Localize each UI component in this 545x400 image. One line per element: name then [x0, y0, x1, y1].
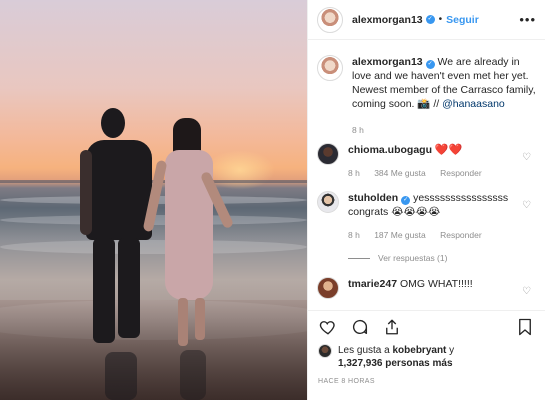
comment-item: tmarie247 OMG WHAT!!!!! ♡ — [317, 277, 536, 299]
save-icon[interactable] — [515, 317, 535, 337]
comment-likes[interactable]: 187 Me gusta — [374, 230, 426, 240]
comment-username[interactable]: tmarie247 — [348, 278, 397, 290]
comment-age: 8 h — [348, 168, 360, 178]
verified-icon: ✓ — [425, 60, 435, 69]
man-leg — [118, 238, 140, 338]
commenter-avatar[interactable] — [317, 277, 339, 299]
view-replies-button[interactable]: Ver respuestas (1) — [348, 251, 536, 265]
liker-avatar[interactable] — [318, 344, 332, 358]
heart-icon[interactable]: ♡ — [522, 201, 532, 211]
wet-sand — [0, 300, 307, 400]
commenter-avatar[interactable] — [317, 191, 339, 213]
heart-icon[interactable]: ♡ — [522, 153, 532, 163]
heart-icon[interactable] — [318, 317, 338, 337]
likes-summary: Les gusta a kobebryant y 1,327,936 perso… — [318, 344, 535, 370]
liker-username[interactable]: kobebryant — [392, 345, 446, 356]
post-timestamp: HACE 8 HORAS — [318, 378, 375, 385]
woman-leg — [178, 298, 188, 346]
reply-button[interactable]: Responder — [440, 230, 482, 240]
post-panel: alexmorgan13 ✓ • Seguir ••• alexmorgan13… — [307, 0, 545, 400]
comment-age: 8 h — [348, 230, 360, 240]
comment-item: chioma.ubogagu ❤️❤️ 8 h 384 Me gusta Res… — [317, 143, 536, 180]
comment-text: ❤️❤️ — [434, 144, 463, 156]
man-head — [101, 108, 125, 138]
caption-age: 8 h — [352, 125, 364, 135]
author-avatar[interactable] — [317, 55, 343, 81]
follow-button[interactable]: Seguir — [446, 14, 479, 26]
woman-leg — [195, 298, 205, 340]
man-leg — [93, 238, 115, 343]
action-bar: Les gusta a kobebryant y 1,327,936 perso… — [308, 310, 545, 385]
man-torso — [86, 140, 152, 240]
verified-icon: ✓ — [401, 196, 411, 205]
caption: alexmorgan13 ✓ We are already in love and… — [317, 55, 536, 137]
comment-item: stuholden ✓ yessssssssssssssss congrats 😭… — [317, 191, 536, 265]
reflection — [105, 352, 137, 400]
reflection — [180, 350, 206, 400]
comments-list[interactable]: alexmorgan13 ✓ We are already in love and… — [317, 55, 536, 303]
more-icon[interactable]: ••• — [519, 12, 536, 27]
post-header: alexmorgan13 ✓ • Seguir ••• — [308, 0, 545, 40]
reply-button[interactable]: Responder — [440, 168, 482, 178]
commenter-avatar[interactable] — [317, 143, 339, 165]
separator-dot: • — [438, 14, 443, 25]
author-avatar[interactable] — [317, 6, 343, 33]
author-username[interactable]: alexmorgan13 — [352, 14, 423, 26]
comment-username[interactable]: chioma.ubogagu — [348, 144, 432, 156]
post-photo[interactable] — [0, 0, 307, 400]
caption-mention[interactable]: @hanaasano — [442, 98, 505, 110]
likes-prefix: Les gusta a — [338, 345, 393, 356]
man-arm — [80, 150, 92, 235]
share-icon[interactable] — [382, 317, 402, 337]
view-replies-label: Ver respuestas (1) — [378, 253, 448, 263]
wave — [0, 240, 307, 254]
heart-icon[interactable]: ♡ — [522, 287, 532, 297]
likes-count[interactable]: 1,327,936 personas más — [338, 358, 453, 369]
comment-likes[interactable]: 384 Me gusta — [374, 168, 426, 178]
comment-icon[interactable] — [350, 317, 370, 337]
comment-text: OMG WHAT!!!!! — [399, 278, 473, 290]
comment-username[interactable]: stuholden — [348, 192, 398, 204]
likes-suffix: y — [446, 345, 455, 356]
verified-icon: ✓ — [425, 15, 435, 24]
caption-username[interactable]: alexmorgan13 — [352, 56, 423, 68]
